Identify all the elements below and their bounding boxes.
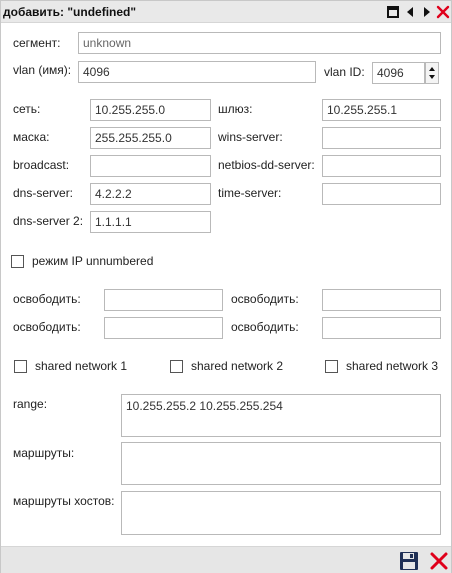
network-input[interactable] (90, 99, 211, 121)
dialog-title: добавить: "undefined" (3, 5, 137, 19)
gateway-label: шлюз: (218, 102, 253, 116)
host-routes-label: маршруты хостов: (13, 494, 115, 508)
dialog-window: добавить: "undefined" сегмент: vlan (имя… (0, 0, 452, 573)
shared-network-2-checkbox[interactable] (170, 360, 183, 373)
arrow-left-icon[interactable] (403, 5, 417, 19)
routes-textarea[interactable] (121, 442, 441, 485)
broadcast-label: broadcast: (13, 158, 70, 172)
time-server-label: time-server: (218, 186, 282, 200)
title-bar[interactable]: добавить: "undefined" (1, 1, 451, 23)
mask-input[interactable] (90, 127, 211, 149)
close-icon[interactable] (436, 5, 450, 19)
dns-server-label: dns-server: (13, 186, 74, 200)
vlan-id-label: vlan ID: (324, 65, 365, 79)
vlan-name-input[interactable] (78, 61, 316, 83)
unnumbered-label: режим IP unnumbered (32, 254, 154, 268)
vlan-name-label: vlan (имя): (13, 63, 72, 77)
range-textarea[interactable]: 10.255.255.2 10.255.255.254 (121, 394, 441, 437)
release-input-1[interactable] (104, 289, 223, 311)
dns-server-input[interactable] (90, 183, 211, 205)
routes-label: маршруты: (13, 446, 75, 460)
dialog-footer (1, 546, 451, 573)
time-server-input[interactable] (322, 183, 441, 205)
vlan-id-stepper[interactable] (425, 62, 439, 84)
vlan-id-input[interactable] (372, 62, 425, 84)
release-label-3: освободить: (13, 320, 81, 334)
shared-network-3-checkbox[interactable] (325, 360, 338, 373)
shared-network-1-label: shared network 1 (35, 359, 128, 373)
floppy-save-icon[interactable] (399, 551, 419, 571)
release-label-1: освободить: (13, 292, 81, 306)
gateway-input[interactable] (322, 99, 441, 121)
netbios-dd-server-label: netbios-dd-server: (218, 158, 315, 172)
shared-network-3-label: shared network 3 (346, 359, 439, 373)
network-label: сеть: (13, 102, 41, 116)
release-input-2[interactable] (322, 289, 441, 311)
release-input-3[interactable] (104, 317, 223, 339)
cancel-icon[interactable] (429, 551, 449, 571)
dns-server-2-input[interactable] (90, 211, 211, 233)
mask-label: маска: (13, 130, 50, 144)
segment-label: сегмент: (13, 36, 61, 50)
host-routes-textarea[interactable] (121, 491, 441, 535)
shared-network-2-label: shared network 2 (191, 359, 284, 373)
broadcast-input[interactable] (90, 155, 211, 177)
arrow-right-icon[interactable] (420, 5, 434, 19)
maximize-icon[interactable] (386, 5, 400, 19)
dns-server-2-label: dns-server 2: (13, 214, 84, 228)
unnumbered-checkbox[interactable] (11, 255, 24, 268)
release-input-4[interactable] (322, 317, 441, 339)
netbios-dd-server-input[interactable] (322, 155, 441, 177)
release-label-2: освободить: (231, 292, 299, 306)
release-label-4: освободить: (231, 320, 299, 334)
range-label: range: (13, 397, 48, 411)
wins-server-input[interactable] (322, 127, 441, 149)
segment-input[interactable] (78, 32, 441, 54)
wins-server-label: wins-server: (218, 130, 283, 144)
shared-network-1-checkbox[interactable] (14, 360, 27, 373)
